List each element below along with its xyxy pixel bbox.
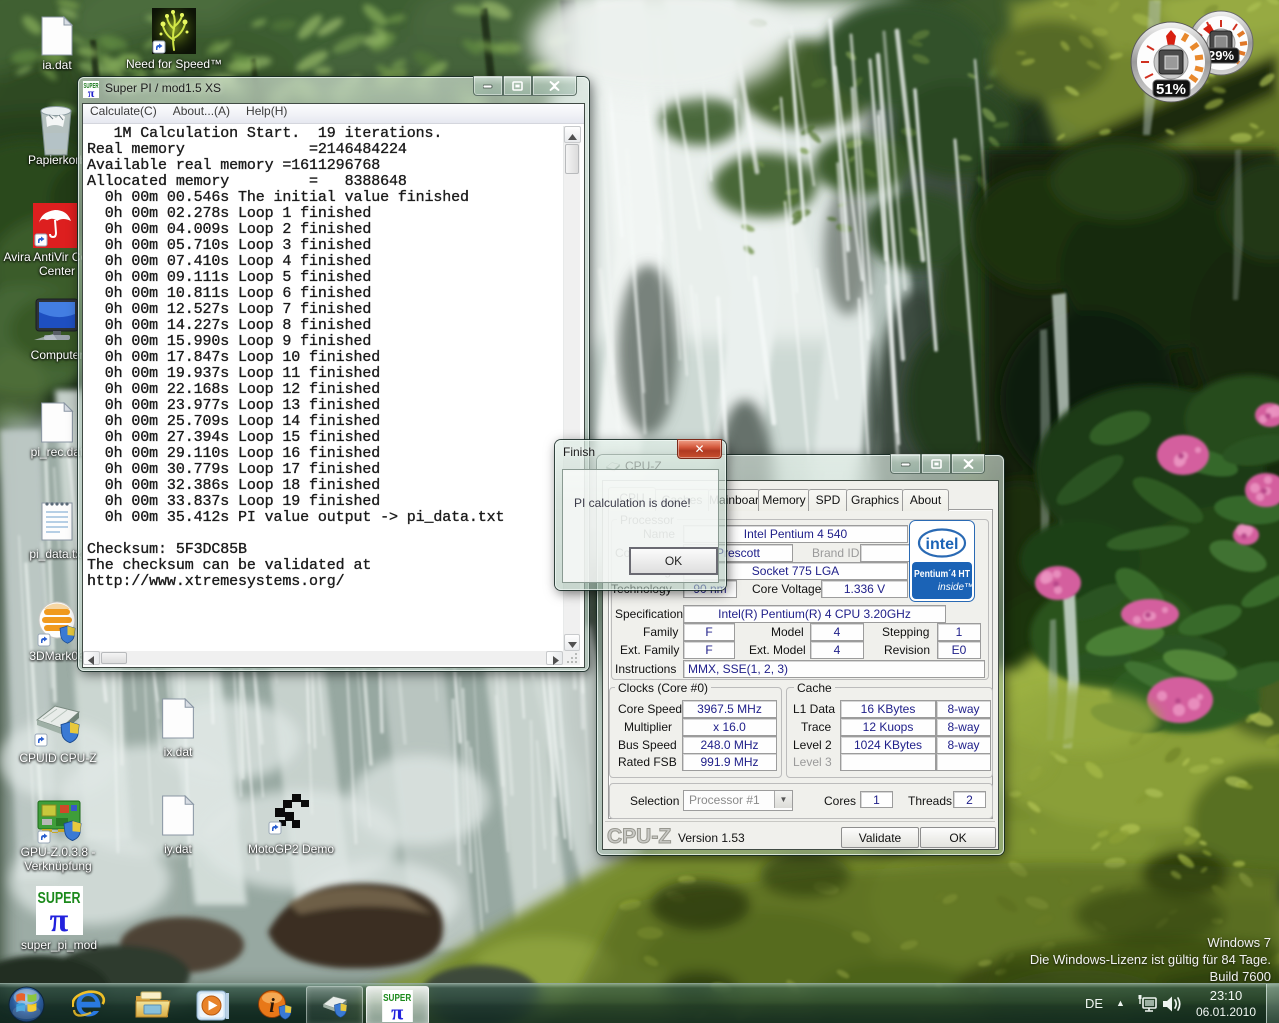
svg-text:i: i — [269, 995, 275, 1017]
svg-text:Pentium´4 HT: Pentium´4 HT — [914, 569, 970, 580]
svg-text:inside™: inside™ — [938, 582, 974, 593]
svg-text:π: π — [50, 902, 69, 935]
svg-text:51%: 51% — [1156, 81, 1186, 98]
svg-text:π: π — [391, 999, 403, 1022]
svg-text:29%: 29% — [1208, 48, 1234, 63]
svg-text:π: π — [88, 86, 95, 98]
svg-text:intel: intel — [926, 536, 959, 553]
